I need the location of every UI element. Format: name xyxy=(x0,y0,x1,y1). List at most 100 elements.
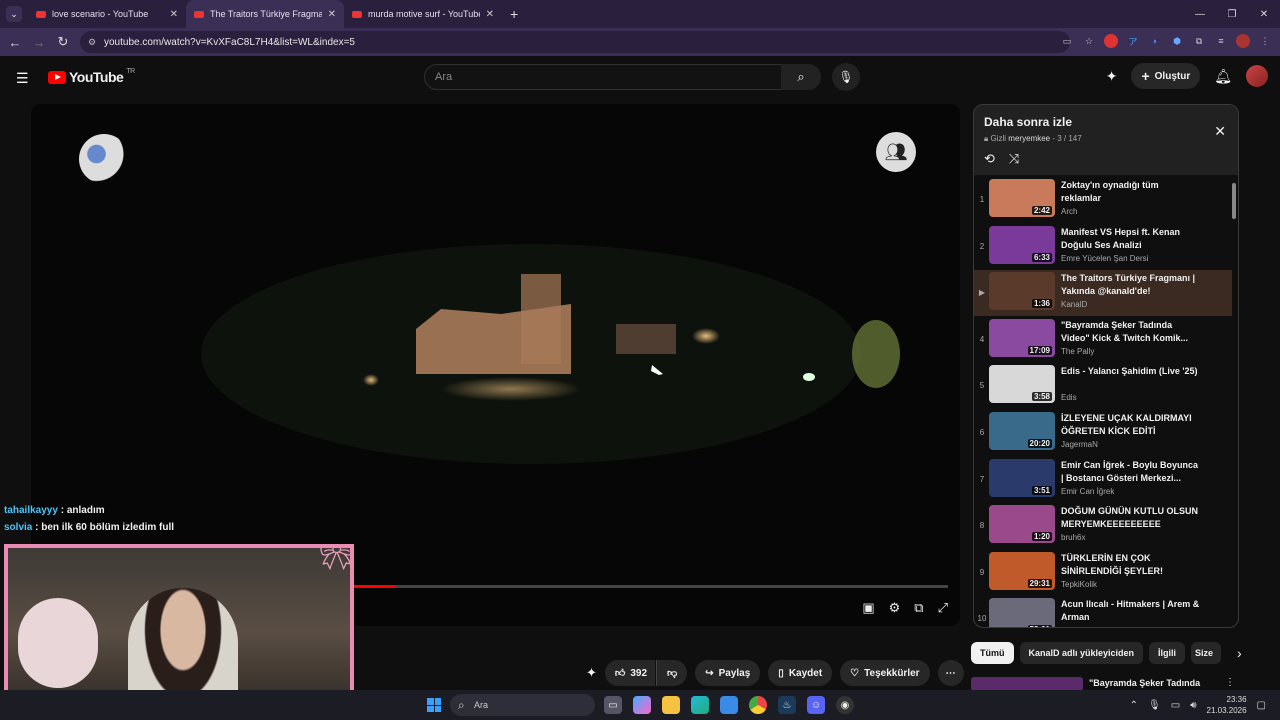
chip-related[interactable]: İlgili xyxy=(1149,642,1186,664)
close-tab-icon[interactable]: ✕ xyxy=(170,9,178,20)
browser-tab-1[interactable]: love scenario - YouTube ✕ xyxy=(28,0,186,28)
like-button[interactable]: 👍︎ 392 xyxy=(604,660,656,686)
playlist-item[interactable]: 9 29:31 TÜRKLERİN EN ÇOK SİNİRLENDİĞİ ŞEYL… xyxy=(974,550,1232,596)
video-channel: KanalD xyxy=(1061,300,1088,310)
thanks-button[interactable]: ♡ Teşekkürler xyxy=(840,660,930,686)
save-button[interactable]: ▯ Kaydet xyxy=(768,660,833,686)
steam-icon[interactable]: ♨ xyxy=(778,696,796,714)
network-icon[interactable]: ▭ xyxy=(1171,700,1180,711)
site-info-icon[interactable]: ⚙ xyxy=(88,37,96,48)
playlist-item[interactable]: 7 3:51 Emir Can İğrek - Boylu Boyunca | Bo… xyxy=(974,457,1232,503)
video-thumbnail: 20:20 xyxy=(989,412,1055,450)
volume-icon[interactable]: 🔊︎ xyxy=(1190,700,1196,711)
maximize-icon[interactable]: ❐ xyxy=(1216,0,1248,28)
discord-icon[interactable]: ☺ xyxy=(807,696,825,714)
search-button[interactable]: ⌕ xyxy=(781,64,821,90)
autoplay-icon[interactable]: ✦ xyxy=(586,665,597,681)
microphone-icon: 🎙 xyxy=(838,70,854,84)
playlist-item[interactable]: 5 3:58 Edis - Yalancı Şahidim (Live '25) Ed… xyxy=(974,363,1232,409)
reading-list-icon[interactable]: ≡ xyxy=(1214,34,1228,48)
playlist-item[interactable]: 4 17:09 "Bayramda Şeker Tadında Video" Kic… xyxy=(974,317,1232,363)
extension-blue-icon[interactable]: ◗ xyxy=(1148,34,1162,48)
close-playlist-icon[interactable]: ✕ xyxy=(1214,123,1226,140)
extension-red-icon[interactable] xyxy=(1104,34,1118,48)
more-options-icon[interactable]: ⋮ xyxy=(1225,677,1235,688)
profile-icon[interactable] xyxy=(1236,34,1250,48)
notifications-bell-icon[interactable]: 🔔︎ xyxy=(1214,68,1232,85)
tray-expand-icon[interactable]: ⌃ xyxy=(1130,700,1138,711)
browser-tab-3[interactable]: murda motive surf - YouTube ✕ xyxy=(344,0,502,28)
video-title: Manifest VS Hepsi ft. Kenan Doğulu Ses A… xyxy=(1061,226,1181,250)
tab-search-icon[interactable]: ⌄ xyxy=(6,6,22,22)
forward-icon[interactable]: → xyxy=(27,35,51,50)
edge-icon[interactable] xyxy=(691,696,709,714)
share-button[interactable]: ↪ Paylaş xyxy=(695,660,761,686)
chrome-icon[interactable] xyxy=(749,696,767,714)
chip-uploader[interactable]: KanalD adlı yükleyiciden xyxy=(1019,642,1144,664)
playlist-item[interactable]: 1 2:42 Zoktay'ın oynadığı tüm reklamlar Arc… xyxy=(974,177,1232,223)
playlist-item[interactable]: 10 58:01 Acun Ilıcalı - Hitmakers | Arem &… xyxy=(974,596,1232,627)
back-icon[interactable]: ← xyxy=(3,35,27,50)
like-count: 392 xyxy=(630,667,648,679)
taskbar-search[interactable]: Ara xyxy=(450,694,595,716)
chip-for-you[interactable]: Size xyxy=(1191,642,1222,664)
browser-tab-2[interactable]: The Traitors Türkiye Fragmanı | ✕ xyxy=(186,0,344,28)
bookmark-star-icon[interactable]: ☆ xyxy=(1082,34,1096,48)
cast-icon[interactable]: ▭ xyxy=(1060,34,1074,48)
playlist-item[interactable]: ▶ 1:36 The Traitors Türkiye Fragmanı | Yak… xyxy=(974,270,1232,317)
recommendation-chips: Tümü KanalD adlı yükleyiciden İlgili Siz… xyxy=(971,642,1242,664)
more-actions-button[interactable]: ⋯ xyxy=(937,660,964,686)
menu-icon[interactable]: ☰ xyxy=(16,70,29,87)
playlist-item[interactable]: 8 1:20 DOĞUM GÜNÜN KUTLU OLSUN MERYEMKEEEE… xyxy=(974,503,1232,549)
extension-shield-icon[interactable]: ⬢ xyxy=(1170,34,1184,48)
game-icon[interactable]: ✦ xyxy=(1106,68,1118,85)
region-code: TR xyxy=(126,67,135,75)
miniplayer-icon[interactable]: ⧉ xyxy=(914,600,923,616)
task-view-icon[interactable]: ▭ xyxy=(604,696,622,714)
video-duration: 17:09 xyxy=(1027,345,1052,355)
taskbar-clock[interactable]: 23:36 21.03.2026 xyxy=(1207,694,1247,716)
reload-icon[interactable]: ↻ xyxy=(51,34,75,50)
obs-icon[interactable]: ◉ xyxy=(836,696,854,714)
scrollbar-thumb[interactable] xyxy=(1232,183,1236,219)
video-title: İZLEYENE UÇAK KALDIRMAYI ÖĞRETEN KİCK ED… xyxy=(1061,413,1192,436)
chip-all[interactable]: Tümü xyxy=(971,642,1014,664)
playlist-item[interactable]: 6 20:20 İZLEYENE UÇAK KALDIRMAYI ÖĞRETEN K… xyxy=(974,410,1232,456)
notifications-icon[interactable]: ▢ xyxy=(1257,700,1266,711)
windows-start-icon[interactable] xyxy=(427,698,441,712)
close-tab-icon[interactable]: ✕ xyxy=(328,9,336,20)
minimize-icon[interactable]: — xyxy=(1184,0,1216,28)
settings-gear-icon[interactable]: ⚙ xyxy=(889,600,901,616)
shuffle-icon[interactable]: ⤨ xyxy=(1009,151,1019,167)
playlist-scrollbar[interactable] xyxy=(1231,175,1237,625)
copilot-icon[interactable] xyxy=(633,696,651,714)
dislike-button[interactable]: 👎︎ xyxy=(656,660,688,686)
youtube-favicon-icon xyxy=(194,10,204,18)
close-window-icon[interactable]: ✕ xyxy=(1248,0,1280,28)
fullscreen-icon[interactable]: ⤢ xyxy=(938,600,948,616)
search-input[interactable]: Ara xyxy=(424,64,782,90)
extensions-puzzle-icon[interactable]: ⧉ xyxy=(1192,34,1206,48)
video-channel: Arch xyxy=(1061,207,1078,216)
video-title: Edis - Yalancı Şahidim (Live '25) xyxy=(1061,366,1198,377)
bookmark-icon: ▯ xyxy=(778,667,784,679)
chevron-right-icon[interactable]: › xyxy=(1237,645,1242,661)
tray-mic-icon[interactable]: 🎙 xyxy=(1148,700,1161,711)
playlist-owner[interactable]: meryemkee xyxy=(1008,134,1050,143)
subtitles-icon[interactable]: ▣ xyxy=(862,600,874,616)
voice-search-button[interactable]: 🎙 xyxy=(832,63,860,91)
store-icon[interactable] xyxy=(720,696,738,714)
youtube-logo[interactable]: YouTube TR xyxy=(48,67,135,85)
url-bar[interactable]: ⚙ youtube.com/watch?v=KvXFaC8L7H4&list=W… xyxy=(80,31,1070,53)
create-button[interactable]: + Oluştur xyxy=(1131,63,1201,89)
loop-icon[interactable]: ⟲ xyxy=(984,151,995,167)
new-tab-icon[interactable]: + xyxy=(510,6,518,22)
save-label: Kaydet xyxy=(788,667,823,679)
extension-translate-icon[interactable]: ア xyxy=(1126,34,1140,48)
browser-menu-icon[interactable]: ⋮ xyxy=(1258,34,1272,48)
avatar[interactable] xyxy=(1246,65,1268,87)
recommended-video[interactable]: "Bayramda Şeker Tadında ⋮ xyxy=(971,677,1241,691)
file-explorer-icon[interactable] xyxy=(662,696,680,714)
close-tab-icon[interactable]: ✕ xyxy=(486,9,494,20)
playlist-item[interactable]: 2 6:33 Manifest VS Hepsi ft. Kenan Doğulu … xyxy=(974,224,1232,270)
